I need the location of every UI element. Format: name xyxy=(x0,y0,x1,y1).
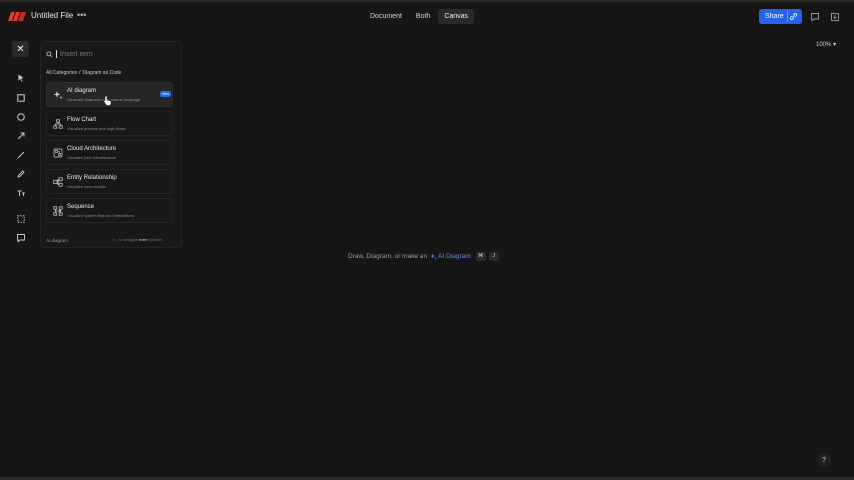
chevron-down-icon: ▾ xyxy=(833,42,837,48)
close-icon: ✕ xyxy=(16,43,25,55)
rectangle-tool[interactable] xyxy=(16,90,26,102)
view-canvas-button[interactable]: Canvas xyxy=(438,9,475,24)
insert-item-entity-relationship[interactable]: Entity Relationship Visualize data model… xyxy=(46,169,173,194)
cloud-architecture-icon xyxy=(53,148,63,158)
new-badge: New xyxy=(160,91,172,97)
pointer-icon xyxy=(18,74,24,82)
shortcut-key: J xyxy=(488,252,499,261)
ai-diagram-link-label: AI Diagram xyxy=(438,253,471,260)
text-caret xyxy=(56,50,57,58)
mouse-cursor-icon xyxy=(103,95,112,106)
breadcrumb-separator: / xyxy=(79,70,81,76)
arrow-icon xyxy=(17,132,25,140)
frame-tool[interactable] xyxy=(16,211,26,223)
item-name: Flow Chart xyxy=(67,117,97,123)
arrow-tool[interactable] xyxy=(16,128,26,140)
comment-tool[interactable] xyxy=(16,230,26,243)
close-insert-panel-button[interactable]: ✕ xyxy=(12,41,29,57)
navigate-hint: to navigate xyxy=(118,238,138,242)
flowchart-icon xyxy=(53,119,63,129)
entity-relationship-icon xyxy=(53,177,63,187)
share-label: Share xyxy=(765,13,784,20)
pencil-tool[interactable] xyxy=(16,166,26,178)
arrow-keys-hint: ↑ ↓ xyxy=(113,238,118,242)
sparkle-icon xyxy=(430,253,437,260)
text-tool[interactable] xyxy=(16,185,26,196)
file-title[interactable]: Untitled File xyxy=(31,11,73,20)
insert-item-sequence[interactable]: Sequence Visualize system flow and inter… xyxy=(46,198,173,223)
canvas-empty-hint: Draw, Diagram, or make an AI Diagram ⌘ J xyxy=(348,252,499,261)
search-icon xyxy=(46,50,53,57)
breadcrumb-current: Diagram as Code xyxy=(82,70,122,76)
item-name: AI diagram xyxy=(67,88,97,94)
sparkle-icon xyxy=(53,91,63,100)
item-name: Sequence xyxy=(67,204,95,210)
line-icon xyxy=(17,151,25,159)
comment-icon[interactable] xyxy=(810,12,820,22)
help-icon: ? xyxy=(822,456,826,464)
item-name: Cloud Architecture xyxy=(67,146,117,152)
app-logo-icon[interactable] xyxy=(8,12,26,21)
square-icon xyxy=(17,94,25,102)
item-description: Visualize system flow and interactions xyxy=(67,213,135,218)
comment-icon xyxy=(17,234,25,243)
sequence-icon xyxy=(53,206,63,216)
ai-diagram-link[interactable]: AI Diagram xyxy=(430,253,471,260)
dots-horizontal-icon[interactable]: ••• xyxy=(77,10,86,20)
top-bar: Untitled File ••• Document Both Canvas S… xyxy=(0,2,854,30)
view-switcher: Document Both Canvas xyxy=(364,9,475,24)
pencil-icon xyxy=(17,170,25,178)
item-description: Visualize data models xyxy=(67,184,106,189)
insert-hint: to insert xyxy=(148,238,162,242)
search-row xyxy=(46,49,176,59)
app-window: Untitled File ••• Document Both Canvas S… xyxy=(0,0,854,480)
item-description: Visualize your infrastructure xyxy=(67,155,117,160)
breadcrumb: All Categories / Diagram as Code xyxy=(46,70,121,76)
view-document-button[interactable]: Document xyxy=(364,9,408,24)
share-divider xyxy=(787,11,788,22)
zoom-dropdown[interactable]: 100% ▾ xyxy=(816,41,836,48)
insert-panel: All Categories / Diagram as Code AI diag… xyxy=(40,41,182,248)
line-tool[interactable] xyxy=(16,147,26,159)
link-icon[interactable] xyxy=(789,12,798,21)
item-name: Entity Relationship xyxy=(67,175,117,181)
help-button[interactable]: ? xyxy=(817,453,831,467)
export-icon[interactable] xyxy=(830,12,840,22)
enter-key-hint: enter xyxy=(138,238,148,242)
selected-item-label: AI diagram xyxy=(46,238,68,243)
zoom-level: 100% xyxy=(816,42,832,48)
insert-item-cloud-architecture[interactable]: Cloud Architecture Visualize your infras… xyxy=(46,140,173,165)
ellipse-tool[interactable] xyxy=(16,109,26,121)
breadcrumb-root[interactable]: All Categories xyxy=(46,70,77,76)
share-button[interactable]: Share xyxy=(759,9,802,24)
select-tool[interactable] xyxy=(16,70,26,82)
frame-icon xyxy=(17,215,25,223)
circle-icon xyxy=(17,113,25,121)
item-description: Visualize process and logic flows xyxy=(67,126,126,131)
keyboard-hint: ↑ ↓ to navigate enter to insert xyxy=(113,238,162,242)
insert-search-input[interactable] xyxy=(60,50,170,58)
shortcut-mod-key: ⌘ xyxy=(475,252,486,261)
view-both-button[interactable]: Both xyxy=(410,9,436,24)
insert-item-flow-chart[interactable]: Flow Chart Visualize process and logic f… xyxy=(46,111,173,136)
hint-text: Draw, Diagram, or make an xyxy=(348,253,428,260)
text-icon xyxy=(17,190,25,196)
